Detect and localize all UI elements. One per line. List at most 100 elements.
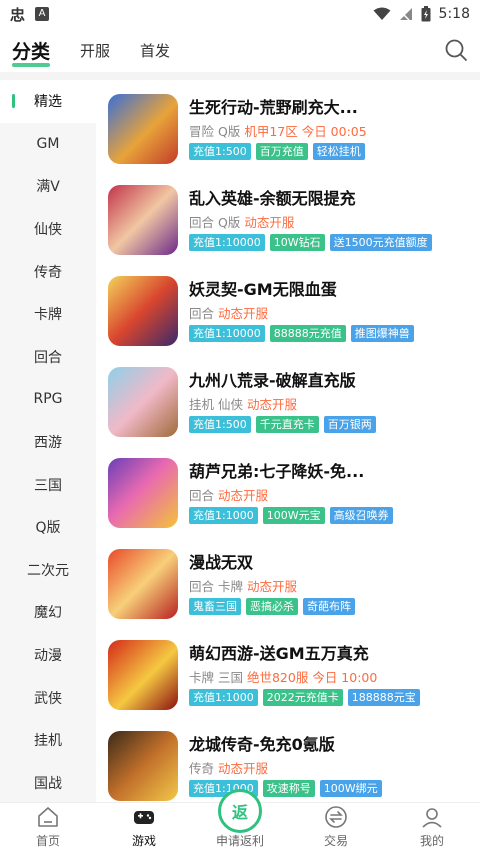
- game-tags: 充值1:10000 10W钻石 送1500元充值额度: [189, 234, 432, 251]
- battery-icon: [421, 6, 431, 22]
- sidebar-item-label: 三国: [34, 477, 62, 494]
- nav-games[interactable]: 游戏: [96, 803, 192, 853]
- game-genre: 回合 卡牌: [189, 579, 243, 594]
- nav-home[interactable]: 首页: [0, 803, 96, 853]
- sidebar-item-legend[interactable]: 传奇: [0, 250, 96, 293]
- game-server-info: 动态开服: [244, 215, 295, 230]
- sidebar-item-label: 卡牌: [34, 307, 62, 324]
- game-tag: 充值1:10000: [189, 325, 265, 342]
- nav-label: 申请返利: [215, 834, 264, 848]
- sidebar-item-label: Q版: [35, 520, 61, 537]
- game-tag: 100W元宝: [262, 507, 325, 524]
- sidebar-item-gm[interactable]: GM: [0, 123, 96, 166]
- game-list-item[interactable]: 漫战无双 回合 卡牌 动态开服 鬼畜三国 恶搞必杀 奇葩布阵: [96, 535, 480, 626]
- sidebar-item-full-vip[interactable]: 满V: [0, 165, 96, 208]
- sidebar-item-nation-war[interactable]: 国战: [0, 762, 96, 805]
- game-title: 葫芦兄弟:七子降妖-免...: [189, 462, 365, 481]
- rebate-icon: 返: [218, 789, 262, 833]
- sidebar-item-idle[interactable]: 挂机: [0, 719, 96, 762]
- game-tag: 充值1:500: [189, 143, 251, 160]
- sidebar-item-anime-2d[interactable]: 二次元: [0, 549, 96, 592]
- game-server-info: 动态开服: [246, 579, 297, 594]
- game-list-item[interactable]: 龙城传奇-免充0氪版 传奇 动态开服 充值1:1000 攻速称号 100W绑元: [96, 717, 480, 802]
- game-tag: 送1500元充值额度: [329, 234, 432, 251]
- bottom-nav: 首页 游戏 返 申请返利 交易 我的: [0, 789, 480, 853]
- home-icon: [38, 807, 58, 827]
- game-list-item[interactable]: 九州八荒录-破解直充版 挂机 仙侠 动态开服 充值1:500 千元直充卡 百万银两: [96, 353, 480, 444]
- game-tag: 10W钻石: [269, 234, 325, 251]
- status-bar: 忠 A 5:18: [0, 0, 480, 28]
- game-thumbnail: [108, 94, 178, 164]
- sidebar-item-label: 动漫: [34, 648, 62, 665]
- game-list-item[interactable]: 妖灵契-GM无限血蛋 回合 动态开服 充值1:10000 88888元充值 推图爆…: [96, 262, 480, 353]
- sidebar-item-three-kingdoms[interactable]: 三国: [0, 463, 96, 506]
- game-title: 萌幻西游-送GM五万真充: [189, 644, 369, 663]
- game-genre: 冒险 Q版: [189, 124, 241, 139]
- game-thumbnail: [108, 458, 178, 528]
- sidebar-item-wuxia[interactable]: 武侠: [0, 676, 96, 719]
- gamepad-icon: [134, 811, 154, 824]
- nav-trade[interactable]: 交易: [288, 803, 384, 853]
- game-tag: 恶搞必杀: [246, 598, 298, 615]
- game-meta: 回合 动态开服: [189, 485, 268, 504]
- game-title: 妖灵契-GM无限血蛋: [189, 280, 337, 299]
- game-list-item[interactable]: 萌幻西游-送GM五万真充 卡牌 三国 绝世820服 今日 10:00 充值1:10…: [96, 626, 480, 717]
- game-tags: 充值1:1000 攻速称号 100W绑元: [189, 780, 382, 797]
- nav-label: 我的: [419, 834, 444, 848]
- sidebar-item-turn-based[interactable]: 回合: [0, 336, 96, 379]
- tab-first-release[interactable]: 首发: [140, 40, 170, 61]
- sidebar-item-label: 武侠: [34, 690, 62, 707]
- sidebar-item-card[interactable]: 卡牌: [0, 293, 96, 336]
- game-genre: 回合: [189, 488, 215, 503]
- game-server-info: 动态开服: [246, 397, 297, 412]
- sidebar-item-xianxia[interactable]: 仙侠: [0, 208, 96, 251]
- game-title: 生死行动-荒野刷充大...: [189, 98, 358, 117]
- sidebar-item-label: 挂机: [34, 733, 62, 750]
- sidebar-item-label: 西游: [34, 435, 62, 452]
- game-tag: 188888元宝: [347, 689, 420, 706]
- game-tags: 充值1:500 百万充值 轻松挂机: [189, 143, 365, 160]
- sidebar-item-label: 满V: [36, 179, 60, 196]
- game-tag: 100W绑元: [319, 780, 382, 797]
- nav-profile[interactable]: 我的: [384, 803, 480, 853]
- search-icon[interactable]: [444, 38, 468, 62]
- sidebar-item-rpg[interactable]: RPG: [0, 378, 96, 421]
- nav-rebate[interactable]: 返 申请返利: [192, 789, 288, 853]
- nav-label: 交易: [323, 834, 348, 848]
- tab-category[interactable]: 分类: [12, 37, 51, 67]
- game-tags: 充值1:1000 2022元充值卡 188888元宝: [189, 689, 420, 706]
- game-tag: 千元直充卡: [255, 416, 319, 433]
- sidebar-item-label: 仙侠: [34, 222, 62, 239]
- game-meta: 回合 动态开服: [189, 303, 268, 322]
- game-genre: 回合: [189, 306, 215, 321]
- game-server-info: 动态开服: [218, 306, 269, 321]
- game-list-item[interactable]: 生死行动-荒野刷充大... 冒险 Q版 机甲17区 今日 00:05 充值1:50…: [96, 80, 480, 171]
- sidebar-item-cartoon[interactable]: 动漫: [0, 634, 96, 677]
- game-genre: 传奇: [189, 761, 215, 776]
- sidebar-item-label: 回合: [34, 349, 62, 366]
- sidebar-item-journey-west[interactable]: 西游: [0, 421, 96, 464]
- game-meta: 挂机 仙侠 动态开服: [189, 394, 297, 413]
- game-server-info: 绝世820服 今日 10:00: [246, 670, 378, 685]
- sidebar-item-q-style[interactable]: Q版: [0, 506, 96, 549]
- nav-label: 游戏: [131, 834, 156, 848]
- game-genre: 卡牌 三国: [189, 670, 243, 685]
- game-thumbnail: [108, 549, 178, 619]
- game-server-info: 动态开服: [218, 761, 269, 776]
- sidebar-item-label: 二次元: [27, 562, 69, 579]
- game-list-item[interactable]: 葫芦兄弟:七子降妖-免... 回合 动态开服 充值1:1000 100W元宝 高级…: [96, 444, 480, 535]
- game-tag: 88888元充值: [269, 325, 346, 342]
- game-genre: 回合 Q版: [189, 215, 241, 230]
- game-list: 生死行动-荒野刷充大... 冒险 Q版 机甲17区 今日 00:05 充值1:50…: [96, 80, 480, 802]
- app-notification-icon: 忠: [10, 5, 26, 24]
- game-tag: 鬼畜三国: [189, 598, 241, 615]
- nav-label: 首页: [35, 834, 60, 848]
- signal-icon: [399, 8, 412, 21]
- game-tag: 百万充值: [255, 143, 308, 160]
- game-list-item[interactable]: 乱入英雄-余额无限提充 回合 Q版 动态开服 充值1:10000 10W钻石 送1…: [96, 171, 480, 262]
- sidebar-item-fantasy[interactable]: 魔幻: [0, 591, 96, 634]
- tab-server-open[interactable]: 开服: [80, 40, 110, 61]
- game-meta: 传奇 动态开服: [189, 758, 268, 777]
- game-server-info: 机甲17区 今日 00:05: [244, 124, 367, 139]
- sidebar-item-featured[interactable]: 精选: [0, 80, 96, 123]
